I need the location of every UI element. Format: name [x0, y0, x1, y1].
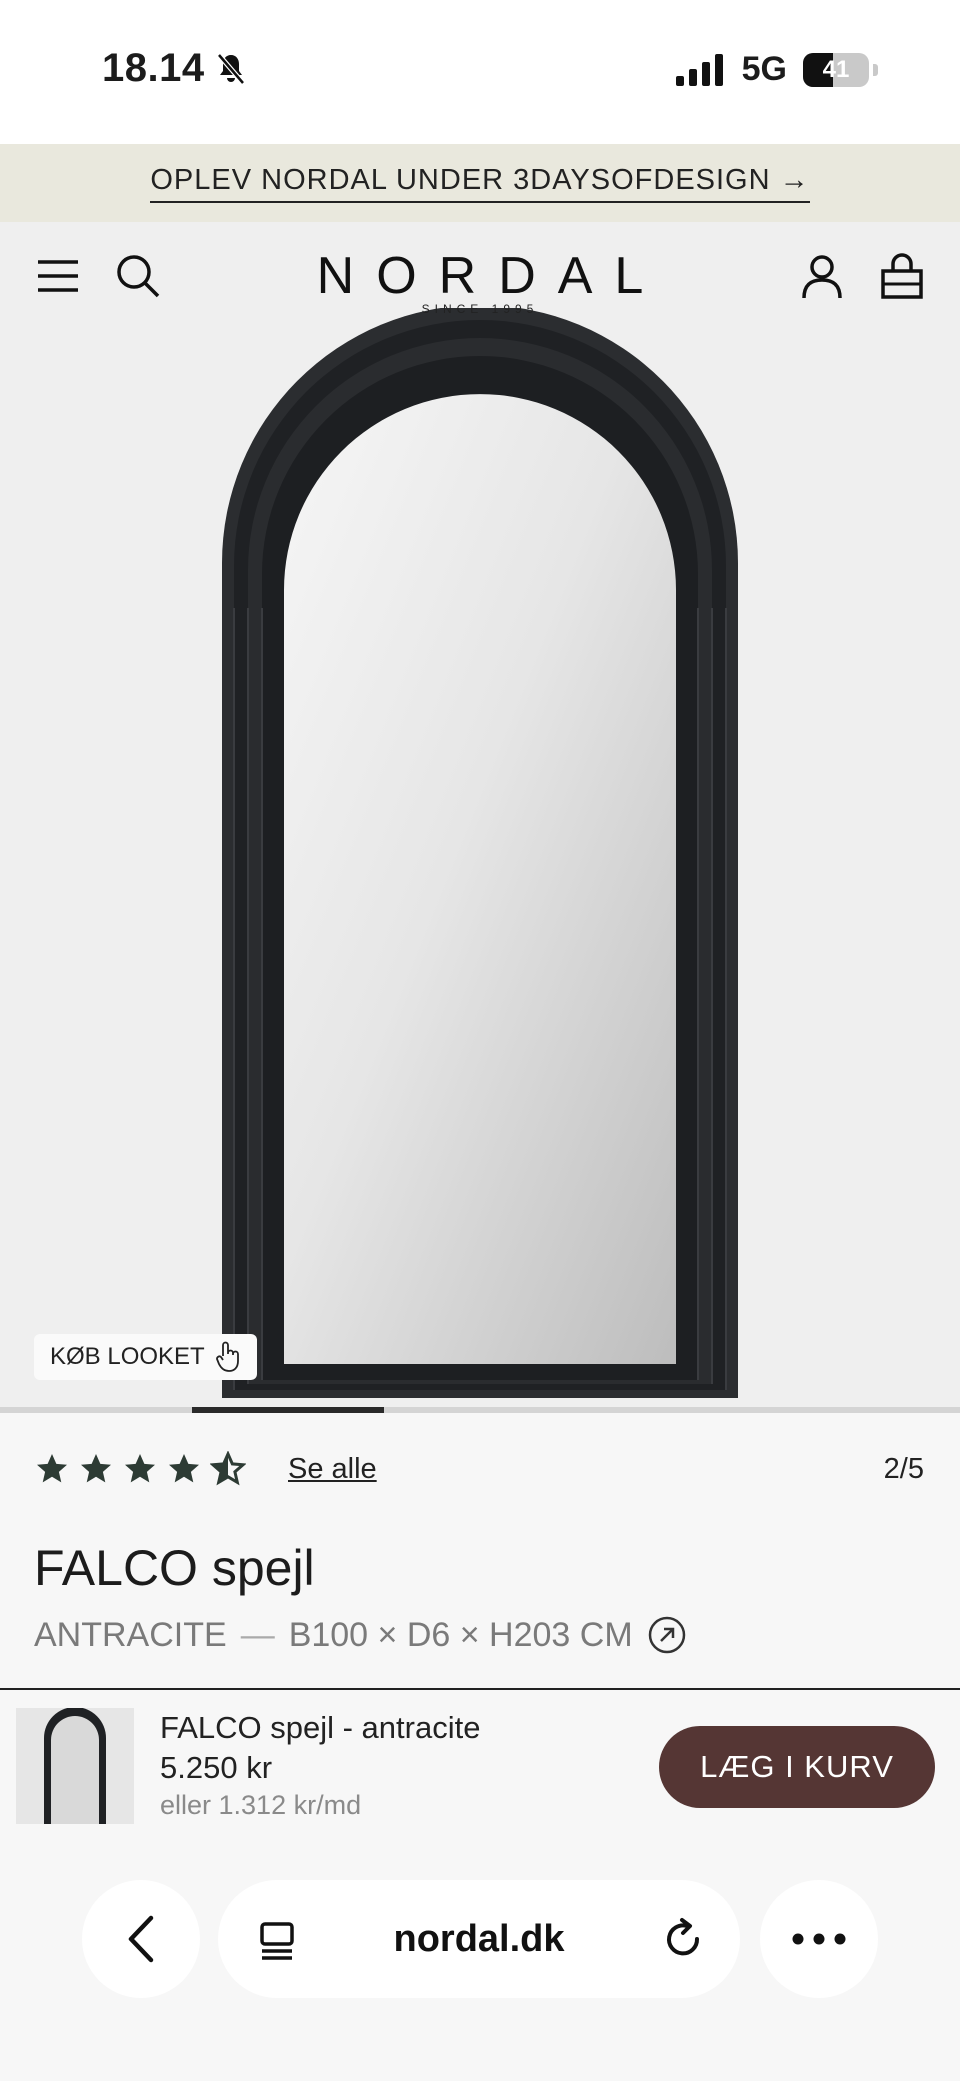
battery-level: 41	[822, 55, 850, 83]
promo-banner[interactable]: OPLEV NORDAL UNDER 3DAYSOFDESIGN →	[0, 144, 960, 222]
bell-muted-icon	[216, 52, 245, 85]
star-half-icon	[210, 1451, 246, 1486]
product-gallery[interactable]: NORDAL SINCE 1995 KØB LOOKET	[0, 222, 960, 1413]
product-dimensions: B100 × D6 × H203 CM	[288, 1615, 633, 1654]
logo-tagline: SINCE 1995	[421, 302, 539, 316]
rating-stars[interactable]	[34, 1451, 246, 1487]
cart-monthly-price: eller 1.312 kr/md	[160, 1790, 362, 1820]
see-all-reviews-link[interactable]: Se alle	[288, 1453, 377, 1486]
more-options-button[interactable]	[760, 1880, 878, 1998]
external-arrow-icon[interactable]	[647, 1615, 687, 1655]
star-full-icon	[81, 1454, 111, 1483]
product-image-mirror	[222, 308, 738, 1398]
product-info: Se alle 2/5 FALCO spejl ANTRACITE — B100…	[0, 1415, 960, 1690]
back-button[interactable]	[82, 1880, 200, 1998]
status-time: 18.14	[102, 46, 247, 91]
shop-the-look-label: KØB LOOKET	[50, 1343, 205, 1370]
spec-separator: —	[240, 1615, 275, 1654]
status-bar: 18.14 5G 41	[0, 0, 960, 144]
time-label: 18.14	[102, 46, 205, 90]
browser-toolbar: nordal.dk	[0, 1830, 960, 2081]
product-color: ANTRACITE	[34, 1615, 227, 1654]
cart-product-price: 5.250 kr	[160, 1750, 273, 1785]
network-label: 5G	[741, 50, 787, 88]
sticky-cart-bar: FALCO spejl - antracite 5.250 kr eller 1…	[0, 1690, 960, 1830]
chevron-left-icon	[128, 1915, 154, 1963]
shop-the-look-button[interactable]: KØB LOOKET	[34, 1334, 257, 1380]
hand-pointer-icon	[215, 1341, 239, 1372]
more-dots-icon	[792, 1933, 846, 1945]
status-right: 5G 41	[675, 50, 878, 89]
product-specs[interactable]: ANTRACITE — B100 × D6 × H203 CM	[34, 1615, 687, 1655]
reload-icon[interactable]	[660, 1916, 706, 1962]
product-thumbnail	[16, 1707, 134, 1824]
star-full-icon	[169, 1454, 199, 1483]
add-to-cart-button[interactable]: LÆG I KURV	[659, 1726, 935, 1808]
signal-icon	[675, 53, 723, 86]
product-title: FALCO spejl	[34, 1540, 315, 1596]
star-full-icon	[37, 1454, 67, 1483]
star-full-icon	[125, 1454, 155, 1483]
shopping-bag-icon[interactable]	[878, 252, 926, 300]
gallery-progress	[0, 1407, 960, 1413]
address-bar[interactable]: nordal.dk	[218, 1880, 740, 1998]
gallery-pager: 2/5	[883, 1453, 924, 1485]
cart-product-name: FALCO spejl - antracite	[160, 1710, 481, 1745]
site-header: NORDAL SINCE 1995	[0, 222, 960, 332]
gallery-progress-fill	[192, 1407, 384, 1413]
account-icon[interactable]	[798, 252, 846, 300]
promo-link[interactable]: OPLEV NORDAL UNDER 3DAYSOFDESIGN →	[150, 164, 810, 203]
battery-icon: 41	[803, 52, 869, 87]
